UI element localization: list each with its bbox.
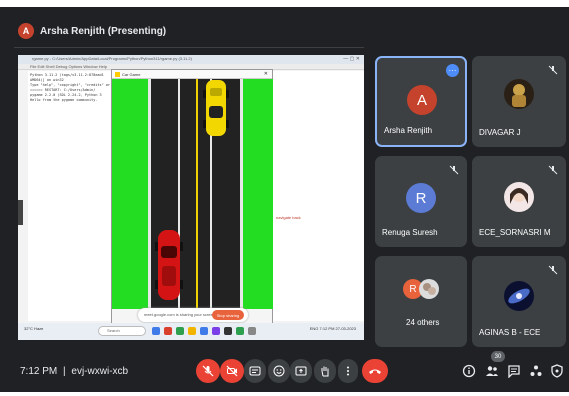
- participant-name: ECE_SORNASRI M: [479, 228, 551, 237]
- shell-output: Python 3.11.2 (tags/v3.11.2:878ead1 AMD6…: [28, 71, 122, 321]
- participant-tile[interactable]: ··· A Arsha Renjith: [375, 56, 467, 147]
- red-car-icon: [155, 230, 183, 300]
- more-options-button[interactable]: [338, 359, 358, 383]
- chat-icon[interactable]: [507, 364, 521, 378]
- presenter-avatar: A: [18, 23, 34, 39]
- game-window-titlebar: Car Game ✕: [112, 70, 272, 79]
- avatar-photo: [504, 182, 534, 212]
- shared-window-title: rgame.py - C:/Users/Admin/AppData/Local/…: [32, 56, 192, 61]
- participant-name: Arsha Renjith: [384, 126, 433, 135]
- captions-icon: [249, 366, 261, 376]
- participant-name: Renuga Suresh: [382, 228, 438, 237]
- taskbar-search: Search: [98, 326, 146, 336]
- divider: [14, 47, 364, 48]
- participant-name: 24 others: [406, 318, 440, 327]
- presenter-label: Arsha Renjith (Presenting): [40, 25, 167, 37]
- emoji-button[interactable]: [268, 359, 290, 383]
- taskbar-weather: 32°C Haze: [24, 326, 44, 331]
- participant-tile[interactable]: ECE_SORNASRI M: [472, 156, 566, 247]
- more-dots-icon[interactable]: ···: [446, 64, 459, 77]
- emoji-icon: [273, 365, 285, 377]
- more-options-icon: [347, 366, 349, 376]
- shared-menu-text: File Edit Shell Debug Options Window Hel…: [30, 64, 107, 69]
- stop-sharing-button[interactable]: Stop sharing: [212, 310, 244, 320]
- host-controls-icon[interactable]: [550, 364, 564, 378]
- side-strip: [18, 200, 23, 225]
- road-edge-left: [148, 79, 151, 309]
- participant-count-badge: 30: [491, 351, 505, 362]
- taskbar-tray: ENG 7:12 PM 27-03-2023: [309, 326, 356, 331]
- mic-off-icon: [548, 265, 558, 275]
- app-icon: [200, 327, 208, 335]
- window-buttons-icon: — ▢ ✕: [343, 56, 360, 62]
- participant-tile[interactable]: R Renuga Suresh: [375, 156, 467, 247]
- app-icon: [188, 327, 196, 335]
- avatar: A: [407, 85, 437, 115]
- mic-off-icon: [548, 65, 558, 75]
- mic-off-icon: [202, 365, 214, 377]
- taskbar-apps: [152, 327, 256, 335]
- meeting-code: evj-wxwi-xcb: [71, 366, 129, 377]
- avatar: R: [406, 183, 436, 213]
- shared-titlebar: rgame.py - C:/Users/Admin/AppData/Local/…: [18, 55, 364, 64]
- grass-right: [243, 79, 273, 309]
- present-icon: [295, 366, 307, 376]
- app-icon: [236, 327, 244, 335]
- road-edge-right: [240, 79, 243, 309]
- camera-off-icon: [226, 365, 238, 377]
- avatar-photo: [504, 79, 534, 109]
- sharing-notice: meet.google.com is sharing your screen S…: [138, 308, 248, 322]
- captions-button[interactable]: [244, 359, 266, 383]
- grass-left: [112, 79, 148, 309]
- game-window-title: Car Game: [122, 72, 141, 77]
- app-icon: [248, 327, 256, 335]
- meeting-time: 7:12 PM | evj-wxwi-xcb: [20, 366, 128, 377]
- lane-marker-center: [196, 79, 198, 309]
- camera-button[interactable]: [220, 359, 244, 383]
- app-icon: [152, 327, 160, 335]
- participant-name: DIVAGAR J: [479, 128, 521, 137]
- raise-hand-button[interactable]: [314, 359, 336, 383]
- presenter-bar: A Arsha Renjith (Presenting): [18, 21, 166, 41]
- participant-name: AGINAS B - ECE: [479, 328, 541, 337]
- code-line: Hello from the pygame community.: [30, 98, 98, 102]
- avatar-photo: [504, 281, 534, 311]
- leave-call-button[interactable]: [362, 359, 388, 383]
- mic-off-icon: [449, 165, 459, 175]
- app-icon: [212, 327, 220, 335]
- game-app-icon: [115, 72, 120, 77]
- clock: 7:12 PM: [20, 366, 58, 377]
- raise-hand-icon: [321, 366, 329, 377]
- activities-icon[interactable]: [529, 364, 543, 378]
- yellow-car-icon: [203, 80, 229, 136]
- avatar-photo: [419, 279, 439, 299]
- side-text: navigate back: [276, 215, 301, 220]
- participant-tile[interactable]: DIVAGAR J: [472, 56, 566, 147]
- close-icon: ✕: [263, 71, 268, 77]
- app-icon: [224, 327, 232, 335]
- people-icon[interactable]: [485, 364, 499, 378]
- participant-tile[interactable]: AGINAS B - ECE: [472, 256, 566, 347]
- mic-off-icon: [548, 165, 558, 175]
- info-icon[interactable]: [462, 364, 476, 378]
- leave-call-icon: [369, 369, 381, 374]
- app-icon: [164, 327, 172, 335]
- separator: |: [63, 366, 66, 377]
- game-window: Car Game ✕ meet.google.com is sharing yo…: [111, 69, 273, 325]
- mic-button[interactable]: [196, 359, 220, 383]
- app-icon: [176, 327, 184, 335]
- shared-screen: rgame.py - C:/Users/Admin/AppData/Local/…: [18, 55, 364, 340]
- idle-pane: [268, 71, 364, 321]
- sharing-notice-text: meet.google.com is sharing your screen: [144, 312, 215, 317]
- participant-tile[interactable]: R 24 others: [375, 256, 467, 347]
- shared-taskbar: 32°C Haze Search ENG 7:12 PM 27-03-2023: [18, 323, 364, 340]
- present-button[interactable]: [290, 359, 312, 383]
